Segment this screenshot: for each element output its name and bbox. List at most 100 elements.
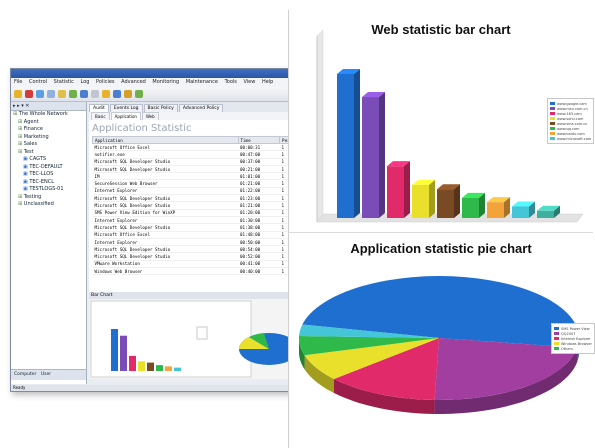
folder-icon[interactable]: [14, 90, 22, 98]
table-row[interactable]: Microsoft SQL Developer Studio 00:52:00 1: [92, 252, 306, 261]
bar: [437, 189, 454, 218]
subtab-web[interactable]: Web: [141, 112, 159, 120]
table-cell: notifier.exe: [92, 150, 239, 159]
table-row[interactable]: Internet Explorer 00:50:00 1: [92, 238, 306, 247]
table-row[interactable]: Microsoft SQL Developer Studio 00:54:00 1: [92, 245, 306, 254]
table-row[interactable]: Microsoft Office Excel 01:48:00 1: [92, 231, 306, 239]
tree-item[interactable]: ⊞ Finance: [11, 126, 86, 134]
tree-item[interactable]: ▣ TEC-DEFAULT: [11, 164, 86, 172]
tree-item[interactable]: ▣ TESTLOGS-01: [11, 186, 86, 194]
tree-item[interactable]: ⊞ Marketing: [11, 134, 86, 142]
tree-item-label: TEC-DEFAULT: [29, 163, 63, 170]
tree-item[interactable]: ⊞ Agent: [11, 119, 86, 127]
table-cell: 00:37:00: [238, 158, 280, 166]
mini-bar: [174, 367, 181, 371]
tree-item[interactable]: ⊞ The Whole Network: [11, 111, 86, 119]
table-row[interactable]: SecureSession Web Browser 01:21:00 1: [92, 179, 306, 188]
sidebar-tab-user[interactable]: User: [41, 372, 51, 377]
table-row[interactable]: Windows Web Browser 00:40:00 1: [92, 267, 306, 276]
legend-label: Others: [561, 346, 573, 351]
lock-icon[interactable]: [58, 90, 66, 98]
application-statistic-pie-chart: [299, 276, 579, 414]
menu-item-control[interactable]: Control: [29, 79, 47, 85]
menu-item-log[interactable]: Log: [81, 79, 90, 85]
table-cell: Microsoft SQL Developer Studio: [92, 194, 239, 203]
table-row[interactable]: IM 01:01:00 1: [92, 172, 306, 181]
table-row[interactable]: Microsoft SQL Developer Studio 01:38:00 1: [92, 223, 306, 232]
tree-item[interactable]: ⊞ Test: [11, 149, 86, 157]
tree-item[interactable]: ⊞ Sales: [11, 141, 86, 149]
computer-icon[interactable]: [36, 90, 44, 98]
help-icon[interactable]: [135, 90, 143, 98]
legend-label: Internet Explorer: [561, 336, 591, 341]
table-row[interactable]: Internet Explorer 01:22:00 1: [92, 187, 306, 196]
legend-swatch: [550, 136, 555, 141]
legend-swatch: [554, 336, 559, 341]
tree-item-label: Unclassified: [23, 201, 54, 207]
menu-item-tools[interactable]: Tools: [225, 79, 237, 85]
menu-item-maintenance[interactable]: Maintenance: [186, 79, 218, 85]
bar-side: [429, 179, 435, 218]
table-cell: 01:30:00: [238, 216, 280, 225]
subtab-basic[interactable]: Basic: [91, 112, 110, 120]
tree-item-label: TEC-ENCL: [29, 178, 55, 185]
table-cell: 00:47:00: [238, 150, 280, 159]
column-header-application[interactable]: Application: [92, 136, 239, 144]
column-header-time[interactable]: Time: [237, 136, 281, 144]
refresh-icon[interactable]: [69, 90, 77, 98]
report-icon[interactable]: [102, 90, 110, 98]
table-row[interactable]: SMS Power View Edition for WinXP 01:20:00…: [92, 209, 306, 217]
menu-item-view[interactable]: View: [243, 79, 255, 85]
table-row[interactable]: Microsoft SQL Developer Studio 01:23:00 1: [92, 194, 306, 203]
tree-item[interactable]: ⊞ Unclassified: [11, 201, 86, 209]
table-row[interactable]: Microsoft Office Excel 00:00:31 1: [92, 143, 306, 152]
legend-entry: www.msn.com.cn: [550, 106, 591, 111]
table-cell: Microsoft SQL Developer Studio: [92, 252, 239, 261]
table-cell: SMS Power View Edition for WinXP: [92, 209, 239, 217]
table-row[interactable]: VMware Workstation 00:41:00 1: [92, 260, 306, 269]
legend-entry: www.google.com: [550, 101, 591, 106]
sidebar-tab-computer[interactable]: Computer: [14, 372, 36, 377]
settings-icon[interactable]: [80, 90, 88, 98]
legend-label: SMS Power View: [561, 326, 590, 331]
application-window: File Control Statistic Log Policies Adva…: [10, 68, 313, 392]
tree-item[interactable]: ▣ TEC-ENCL: [11, 179, 86, 187]
mini-bar: [138, 361, 145, 371]
tree-item[interactable]: ▣ TEC-LLOS: [11, 171, 86, 179]
menu-item-file[interactable]: File: [14, 79, 22, 85]
table-cell: Internet Explorer: [92, 216, 239, 225]
menu-item-policies[interactable]: Policies: [96, 79, 115, 85]
legend-label: www.google.com: [557, 101, 587, 106]
menu-item-advanced[interactable]: Advanced: [121, 79, 146, 85]
table-row[interactable]: Microsoft SQL Developer Studio 00:21:00 1: [92, 165, 306, 174]
legend-swatch: [550, 101, 555, 106]
tab-events-log[interactable]: Events Log: [109, 104, 143, 112]
bar: [412, 184, 429, 218]
delete-icon[interactable]: [25, 90, 33, 98]
table-row[interactable]: Internet Explorer 01:30:00 1: [92, 216, 306, 225]
menu-item-statistic[interactable]: Statistic: [54, 79, 74, 85]
mini-charts-area: [89, 299, 309, 379]
subtab-application[interactable]: Application: [110, 112, 141, 120]
bar-chart-legend: www.google.com www.msn.com.cn www.163.com w…: [547, 98, 595, 144]
window-title-bar[interactable]: [11, 69, 311, 78]
tree-item-label: CAGTS: [29, 156, 47, 162]
tree-item[interactable]: ▣ CAGTS: [11, 156, 86, 164]
tree-item-label: Testing: [23, 193, 42, 200]
web-statistic-bar-chart-panel: Web statistic bar chart www.google.com ww…: [288, 10, 595, 232]
main-pane: Audit Events Log Basic Policy Advanced P…: [89, 102, 311, 379]
tree-item[interactable]: ⊞ Testing: [11, 194, 86, 202]
menu-item-help[interactable]: Help: [262, 79, 273, 85]
table-cell: IM: [92, 172, 239, 181]
monitor-icon[interactable]: [47, 90, 55, 98]
table-row[interactable]: notifier.exe 00:47:00 1: [92, 150, 306, 159]
alert-icon[interactable]: [124, 90, 132, 98]
tab-audit[interactable]: Audit: [89, 104, 109, 112]
print-icon[interactable]: [91, 90, 99, 98]
tab-basic-policy[interactable]: Basic Policy: [143, 104, 178, 112]
menu-item-monitoring[interactable]: Monitoring: [152, 79, 179, 85]
table-row[interactable]: Microsoft SQL Developer Studio 01:21:00 1: [92, 201, 306, 210]
chart-icon[interactable]: [113, 90, 121, 98]
tab-advanced-policy[interactable]: Advanced Policy: [178, 104, 224, 112]
table-row[interactable]: Microsoft SQL Developer Studio 00:37:00 1: [92, 158, 306, 166]
